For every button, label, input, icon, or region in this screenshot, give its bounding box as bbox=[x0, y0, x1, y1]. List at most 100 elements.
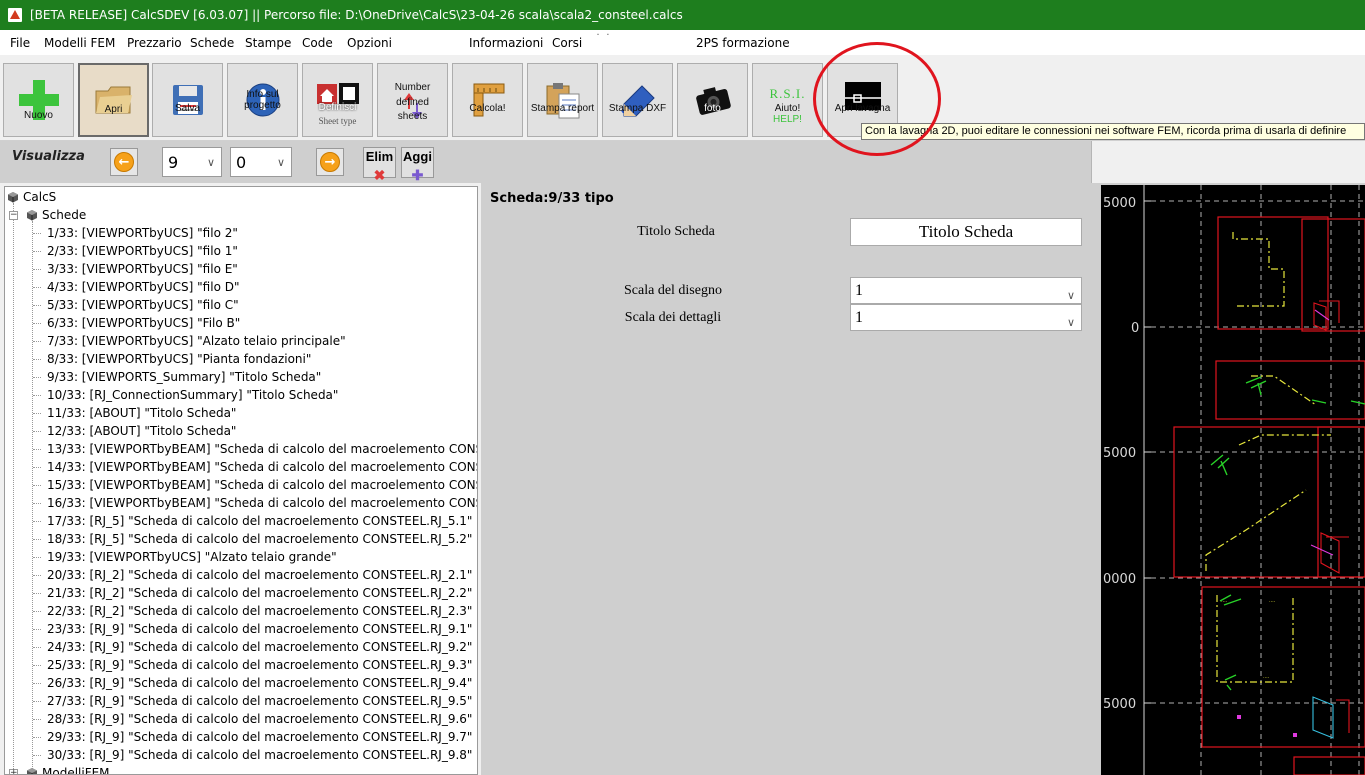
nuovo-button[interactable]: Nuovo bbox=[3, 63, 74, 137]
svg-text:····: ···· bbox=[1221, 599, 1228, 605]
tree-item[interactable]: 5/33: [VIEWPORTbyUCS] "filo C" bbox=[47, 296, 239, 314]
tree-item[interactable]: 21/33: [RJ_2] "Scheda di calcolo del mac… bbox=[47, 584, 472, 602]
sub-sheet-select[interactable]: 0 ∨ bbox=[230, 147, 292, 177]
tree-item[interactable]: 24/33: [RJ_9] "Scheda di calcolo del mac… bbox=[47, 638, 472, 656]
tree-item[interactable]: 13/33: [VIEWPORTbyBEAM] "Scheda di calco… bbox=[47, 440, 477, 458]
tree-item-label: 1/33: [VIEWPORTbyUCS] "filo 2" bbox=[47, 226, 238, 240]
tree-item-label: 12/33: [ABOUT] "Titolo Scheda" bbox=[47, 424, 237, 438]
tree-item[interactable]: 20/33: [RJ_2] "Scheda di calcolo del mac… bbox=[47, 566, 472, 584]
tree-item[interactable]: 8/33: [VIEWPORTbyUCS] "Pianta fondazioni… bbox=[47, 350, 311, 368]
menu-modelli-fem[interactable]: Modelli FEM bbox=[44, 36, 115, 50]
tree-item[interactable]: 1/33: [VIEWPORTbyUCS] "filo 2" bbox=[47, 224, 238, 242]
menu-informazioni[interactable]: Informazioni bbox=[469, 36, 543, 50]
menu-schede[interactable]: Schede bbox=[190, 36, 234, 50]
tree-item[interactable]: 19/33: [VIEWPORTbyUCS] "Alzato telaio gr… bbox=[47, 548, 337, 566]
sheet-properties-panel: Scheda:9/33 tipo Titolo Scheda Titolo Sc… bbox=[481, 183, 1092, 775]
expand-toggle[interactable]: + bbox=[9, 769, 18, 774]
collapse-toggle[interactable]: − bbox=[9, 211, 18, 220]
tree-item-label: 3/33: [VIEWPORTbyUCS] "filo E" bbox=[47, 262, 238, 276]
chevron-down-icon: ∨ bbox=[1066, 316, 1075, 329]
tree-item-label: 14/33: [VIEWPORTbyBEAM] "Scheda di calco… bbox=[47, 460, 477, 474]
previous-sheet-button[interactable]: ← bbox=[110, 148, 138, 176]
elimina-button[interactable]: Elim ✖ bbox=[363, 147, 396, 183]
menu-opzioni[interactable]: Opzioni bbox=[347, 36, 392, 50]
ruler-icon bbox=[473, 83, 504, 117]
tree-item[interactable]: 30/33: [RJ_9] "Scheda di calcolo del mac… bbox=[47, 746, 472, 764]
tree-root-calcs[interactable]: CalcS bbox=[7, 188, 56, 206]
tree-item-label: 4/33: [VIEWPORTbyUCS] "filo D" bbox=[47, 280, 240, 294]
chevron-down-icon: ∨ bbox=[276, 156, 285, 169]
tree-item[interactable]: 9/33: [VIEWPORTS_Summary] "Titolo Scheda… bbox=[47, 368, 321, 386]
scheda-title: Scheda:9/33 tipo bbox=[490, 191, 614, 206]
tree-item[interactable]: 11/33: [ABOUT] "Titolo Scheda" bbox=[47, 404, 236, 422]
tree-item[interactable]: 18/33: [RJ_5] "Scheda di calcolo del mac… bbox=[47, 530, 472, 548]
tree-item[interactable]: 28/33: [RJ_9] "Scheda di calcolo del mac… bbox=[47, 710, 472, 728]
tree-item[interactable]: 22/33: [RJ_2] "Scheda di calcolo del mac… bbox=[47, 602, 472, 620]
tree-item[interactable]: 12/33: [ABOUT] "Titolo Scheda" bbox=[47, 422, 236, 440]
menu-code[interactable]: Code bbox=[302, 36, 333, 50]
cad-axis-label: 5000 bbox=[1103, 196, 1136, 211]
tree-item-label: 9/33: [VIEWPORTS_Summary] "Titolo Scheda… bbox=[47, 370, 322, 384]
tree-item[interactable]: 26/33: [RJ_9] "Scheda di calcolo del mac… bbox=[47, 674, 472, 692]
menu-file[interactable]: File bbox=[10, 36, 30, 50]
menu-bar: File Modelli FEM Prezzario Schede Stampe… bbox=[0, 30, 1365, 55]
tree-item[interactable]: 10/33: [RJ_ConnectionSummary] "Titolo Sc… bbox=[47, 386, 338, 404]
tree-item[interactable]: 2/33: [VIEWPORTbyUCS] "filo 1" bbox=[47, 242, 238, 260]
cad-drawing: 5000 0 5000 0000 5000 ···· ········ bbox=[1103, 185, 1365, 775]
tree-node-schede[interactable]: Schede bbox=[26, 206, 86, 224]
tree-item-label: 19/33: [VIEWPORTbyUCS] "Alzato telaio gr… bbox=[47, 550, 337, 564]
svg-text:····: ···· bbox=[1263, 675, 1270, 681]
scala-dettagli-select[interactable]: 1 ∨ bbox=[850, 304, 1082, 331]
pencil-drawing-icon bbox=[620, 85, 655, 117]
tree-item[interactable]: 7/33: [VIEWPORTbyUCS] "Alzato telaio pri… bbox=[47, 332, 346, 350]
cad-axis-label: 0 bbox=[1131, 321, 1139, 336]
lavagna-tooltip: Con la lavagna 2D, puoi editare le conne… bbox=[861, 123, 1365, 140]
tree-item[interactable]: 15/33: [VIEWPORTbyBEAM] "Scheda di calco… bbox=[47, 476, 477, 494]
menu-2ps-formazione[interactable]: 2PS formazione bbox=[696, 36, 790, 50]
foto-button[interactable]: foto bbox=[677, 63, 748, 137]
cad-axis-label: 5000 bbox=[1103, 446, 1136, 461]
number-defined-sheets-button[interactable]: Number defined sheets bbox=[377, 63, 448, 137]
cube-icon bbox=[27, 768, 37, 774]
tree-item[interactable]: 6/33: [VIEWPORTbyUCS] "Filo B" bbox=[47, 314, 240, 332]
tree-item[interactable]: 29/33: [RJ_9] "Scheda di calcolo del mac… bbox=[47, 728, 472, 746]
menu-stampe[interactable]: Stampe bbox=[245, 36, 291, 50]
info-progetto-button[interactable]: Info sul progetto bbox=[227, 63, 298, 137]
scala-disegno-label: Scala del disegno bbox=[624, 283, 722, 298]
menu-prezzario[interactable]: Prezzario bbox=[127, 36, 182, 50]
tree-item[interactable]: 3/33: [VIEWPORTbyUCS] "filo E" bbox=[47, 260, 238, 278]
aiuto-button[interactable]: R.S.I. Aiuto! HELP! bbox=[752, 63, 823, 137]
sheet-number-select[interactable]: 9 ∨ bbox=[162, 147, 222, 177]
definisci-sheet-type-button[interactable]: Definisci Sheet type bbox=[302, 63, 373, 137]
titolo-scheda-label: Titolo Scheda bbox=[637, 224, 715, 239]
menu-corsi[interactable]: Corsi bbox=[552, 36, 582, 50]
tree-item[interactable]: 23/33: [RJ_9] "Scheda di calcolo del mac… bbox=[47, 620, 472, 638]
tree-item-label: 27/33: [RJ_9] "Scheda di calcolo del mac… bbox=[47, 694, 473, 708]
next-sheet-button[interactable]: → bbox=[316, 148, 344, 176]
titolo-scheda-input[interactable]: Titolo Scheda bbox=[850, 218, 1082, 246]
stampa-report-button[interactable]: Stampa report bbox=[527, 63, 598, 137]
aggiungi-button[interactable]: Aggi ✚ bbox=[401, 147, 434, 183]
tree-item[interactable]: 17/33: [RJ_5] "Scheda di calcolo del mac… bbox=[47, 512, 472, 530]
scala-dettagli-label: Scala dei dettagli bbox=[624, 310, 722, 325]
tree-node-modellifem[interactable]: ModelliFEM bbox=[26, 764, 110, 774]
visualizza-label: Visualizza bbox=[12, 149, 85, 164]
tree-item[interactable]: 14/33: [VIEWPORTbyBEAM] "Scheda di calco… bbox=[47, 458, 477, 476]
sheets-tree[interactable]: CalcS − Schede 1/33: [VIEWPORTbyUCS] "fi… bbox=[4, 186, 478, 775]
tree-item[interactable]: 16/33: [VIEWPORTbyBEAM] "Scheda di calco… bbox=[47, 494, 477, 512]
tree-item-label: 23/33: [RJ_9] "Scheda di calcolo del mac… bbox=[47, 622, 473, 636]
calcola-button[interactable]: Calcola! bbox=[452, 63, 523, 137]
apri-button[interactable]: Apri bbox=[78, 63, 149, 137]
tree-item[interactable]: 27/33: [RJ_9] "Scheda di calcolo del mac… bbox=[47, 692, 472, 710]
tree-item-label: 8/33: [VIEWPORTbyUCS] "Pianta fondazioni… bbox=[47, 352, 312, 366]
tree-item-label: 26/33: [RJ_9] "Scheda di calcolo del mac… bbox=[47, 676, 473, 690]
tree-item-label: 18/33: [RJ_5] "Scheda di calcolo del mac… bbox=[47, 532, 473, 546]
tree-item-label: 13/33: [VIEWPORTbyBEAM] "Scheda di calco… bbox=[47, 442, 477, 456]
tree-item[interactable]: 4/33: [VIEWPORTbyUCS] "filo D" bbox=[47, 278, 239, 296]
tree-item[interactable]: 25/33: [RJ_9] "Scheda di calcolo del mac… bbox=[47, 656, 472, 674]
tree-item-label: 24/33: [RJ_9] "Scheda di calcolo del mac… bbox=[47, 640, 473, 654]
stampa-dxf-button[interactable]: Stampa DXF bbox=[602, 63, 673, 137]
cad-preview[interactable]: 5000 0 5000 0000 5000 ···· ···· ···· bbox=[1101, 185, 1365, 775]
scala-disegno-select[interactable]: 1 ∨ bbox=[850, 277, 1082, 304]
salva-button[interactable]: Salva bbox=[152, 63, 223, 137]
